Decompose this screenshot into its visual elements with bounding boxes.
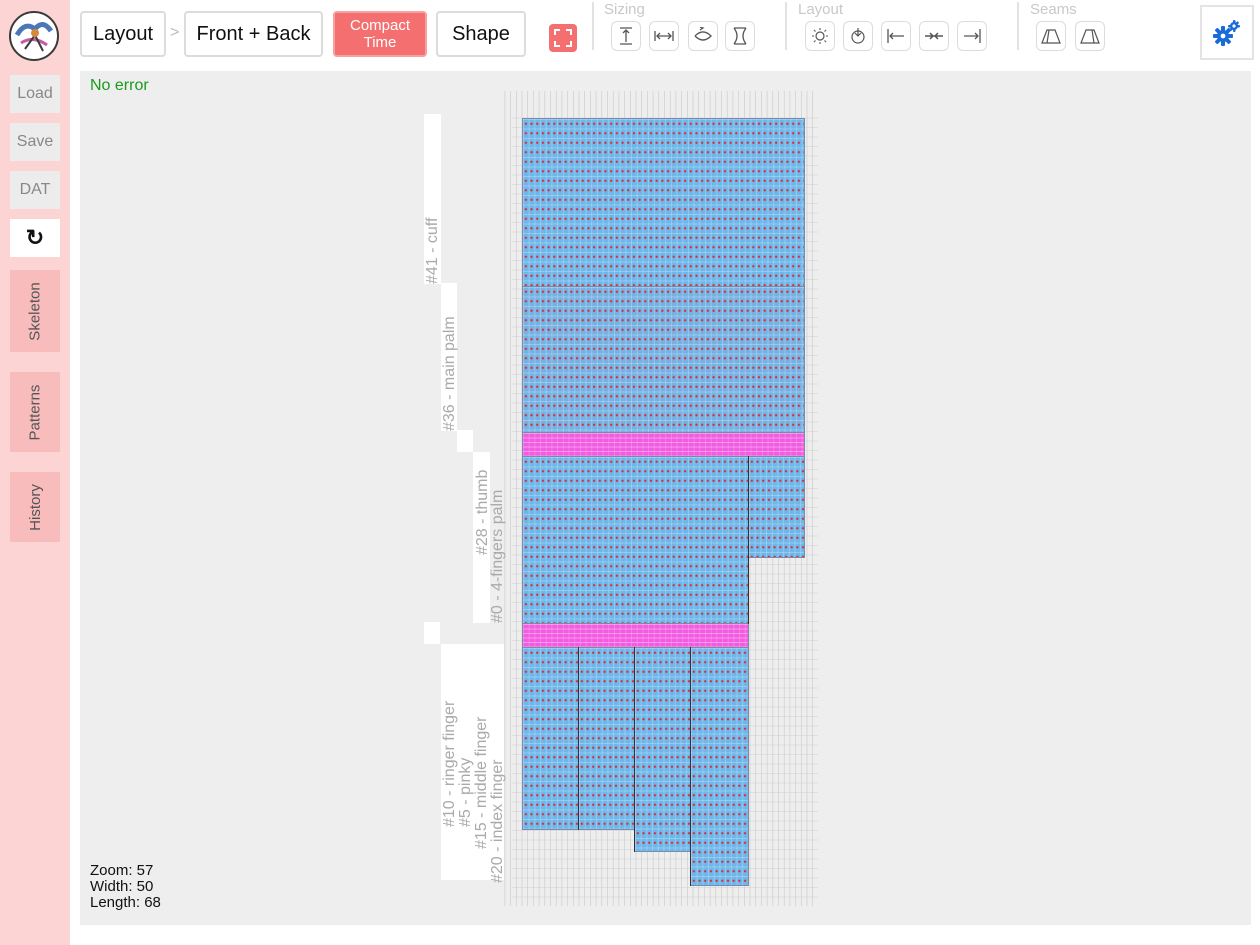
align-right-button[interactable]	[957, 21, 987, 51]
group-divider	[592, 2, 594, 50]
flip-shape-button[interactable]	[688, 21, 718, 51]
seam-line	[690, 647, 691, 886]
region-thumb[interactable]	[748, 456, 805, 558]
tab-skeleton-label: Skeleton	[26, 281, 44, 341]
label-strip	[424, 622, 440, 644]
stretch-height-button[interactable]	[611, 21, 641, 51]
width-readout: Width: 50	[90, 878, 154, 895]
tab-history-label: History	[26, 483, 44, 531]
tab-patterns[interactable]: Patterns	[10, 372, 60, 452]
app-logo[interactable]	[9, 11, 59, 61]
pinch-icon	[733, 27, 747, 45]
logo-icon	[14, 22, 54, 52]
width-icon	[654, 31, 674, 41]
seams-group-title: Seams	[1030, 1, 1077, 18]
center-layout-button[interactable]	[805, 21, 835, 51]
layout-info: Zoom: 57 Width: 50 Length: 68	[90, 863, 161, 911]
load-button[interactable]: Load	[10, 75, 60, 113]
flip-icon	[694, 27, 712, 41]
shape-button[interactable]: Shape	[436, 11, 526, 57]
fit-view-icon	[554, 29, 572, 47]
layout-canvas[interactable]: No error #41 - cuff #36 - main palm #28 …	[80, 71, 1251, 925]
tab-history[interactable]: History	[10, 472, 60, 542]
compact-time-button[interactable]: Compact Time	[333, 11, 427, 57]
seam-line	[634, 647, 635, 852]
region-middle-finger[interactable]	[634, 647, 691, 852]
height-icon	[620, 27, 632, 45]
region-cuff[interactable]	[522, 118, 805, 287]
label-4-fingers-palm: #0 - 4-fingers palm	[489, 489, 506, 623]
reload-button[interactable]: ↻	[10, 219, 60, 257]
align-left-icon	[887, 29, 904, 43]
fit-view-button[interactable]	[549, 24, 577, 52]
group-divider	[785, 2, 787, 50]
reload-icon: ↻	[25, 225, 45, 250]
region-transfer-1	[522, 432, 805, 457]
sizing-group-title: Sizing	[604, 1, 645, 18]
align-left-button[interactable]	[881, 21, 911, 51]
layout-mode-button[interactable]: Layout	[80, 11, 166, 57]
compact-label: Compact	[349, 17, 411, 34]
breadcrumb-separator: >	[170, 24, 180, 41]
label-index-finger: #20 - index finger	[489, 759, 506, 883]
settings-button[interactable]	[1200, 5, 1254, 60]
tab-skeleton[interactable]: Skeleton	[10, 270, 60, 352]
shape-label: Shape	[452, 22, 510, 45]
group-divider	[1017, 2, 1019, 50]
pinch-shape-button[interactable]	[725, 21, 755, 51]
sun-icon	[812, 28, 828, 44]
gears-icon	[1213, 19, 1240, 46]
zoom-readout: Zoom: 57	[90, 862, 154, 879]
length-readout: Length: 68	[90, 894, 161, 911]
save-button[interactable]: Save	[10, 123, 60, 161]
label-main-palm: #36 - main palm	[441, 316, 458, 431]
align-center-button[interactable]	[919, 21, 949, 51]
region-index-finger[interactable]	[690, 647, 749, 886]
seam-option-b-button[interactable]	[1075, 21, 1105, 51]
layout-mode-label: Layout	[92, 22, 154, 45]
region-4-fingers-palm[interactable]	[522, 456, 749, 624]
rotate-icon	[851, 28, 865, 44]
label-cuff: #41 - cuff	[424, 217, 441, 284]
dat-button[interactable]: DAT	[10, 171, 60, 209]
rotate-layout-button[interactable]	[843, 21, 873, 51]
layout-group-title: Layout	[798, 1, 844, 18]
region-main-palm[interactable]	[522, 286, 805, 433]
label-strip	[457, 430, 473, 452]
front-back-label: Front + Back	[196, 22, 311, 45]
align-center-icon	[925, 32, 943, 40]
seam-trapezoid-icon	[1080, 29, 1100, 44]
region-ringer-finger[interactable]	[578, 647, 635, 830]
front-back-button[interactable]: Front + Back	[184, 11, 323, 57]
tab-patterns-label: Patterns	[26, 384, 44, 440]
seam-trapezoid-icon	[1041, 29, 1061, 44]
seam-line	[578, 647, 579, 830]
align-right-icon	[964, 29, 981, 43]
stretch-width-button[interactable]	[649, 21, 679, 51]
region-pinky[interactable]	[522, 647, 579, 830]
seam-option-a-button[interactable]	[1036, 21, 1066, 51]
seam-line	[748, 456, 749, 624]
time-label: Time	[363, 34, 397, 51]
sidebar: Load Save DAT ↻ Skeleton Patterns Histor…	[0, 0, 70, 945]
region-transfer-2	[522, 623, 749, 648]
